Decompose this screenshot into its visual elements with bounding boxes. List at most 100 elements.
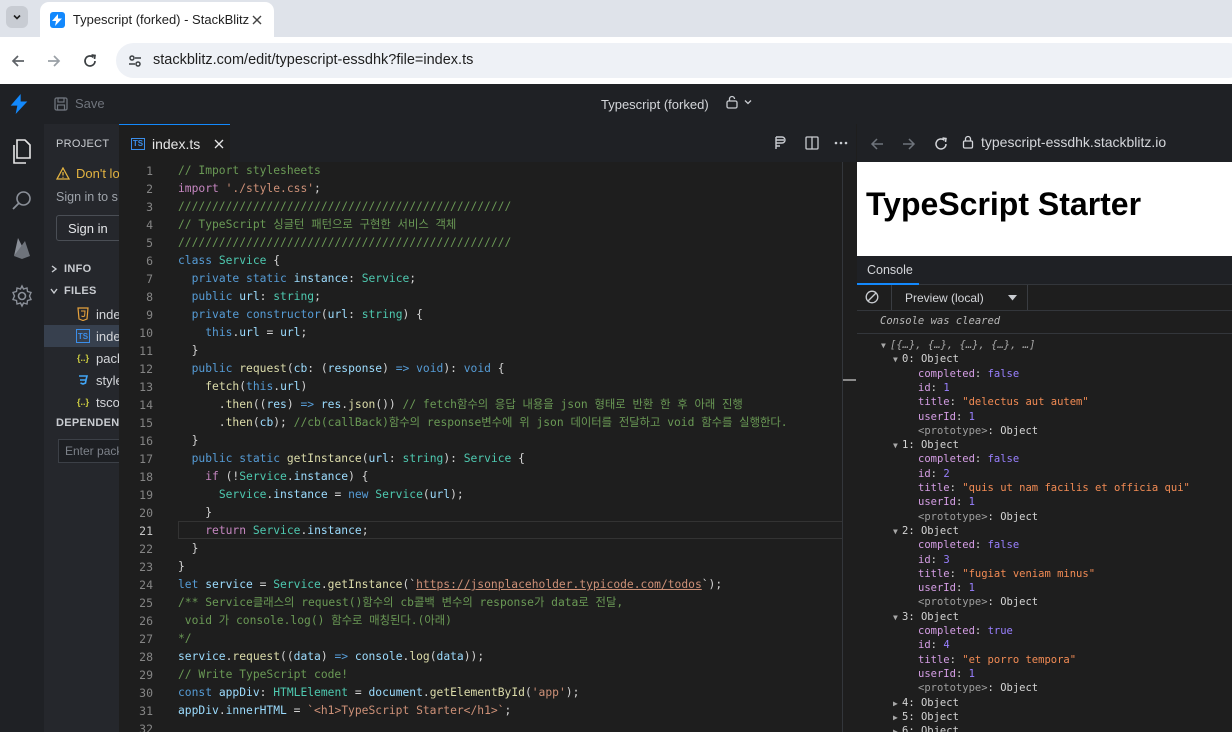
console-object-row[interactable]: ▼ 0: Object bbox=[893, 352, 959, 366]
console-property-row[interactable]: id: 2 bbox=[918, 467, 950, 481]
code-line[interactable]: fetch(this.url) bbox=[178, 378, 842, 396]
code-line[interactable]: appDiv.innerHTML = `<h1>TypeScript Start… bbox=[178, 702, 842, 720]
preview-viewport[interactable]: TypeScript Starter bbox=[857, 162, 1232, 256]
code-line[interactable]: .then((res) => res.json()) // fetch함수의 응… bbox=[178, 396, 842, 414]
console-property-row[interactable]: title: "fugiat veniam minus" bbox=[918, 567, 1095, 581]
console-context-select[interactable]: Preview (local) bbox=[891, 285, 1028, 310]
browser-tab[interactable]: Typescript (forked) - StackBlitz bbox=[40, 2, 274, 37]
code-line[interactable]: public request(cb: (response) => void): … bbox=[178, 360, 842, 378]
code-line[interactable]: const appDiv: HTMLElement = document.get… bbox=[178, 684, 842, 702]
info-section-header[interactable]: INFO bbox=[44, 259, 119, 279]
forward-arrow-icon[interactable] bbox=[42, 49, 66, 73]
code-line[interactable]: ////////////////////////////////////////… bbox=[178, 234, 842, 252]
console-property-row[interactable]: completed: false bbox=[918, 538, 1019, 552]
close-icon[interactable] bbox=[214, 139, 224, 149]
code-line[interactable]: import './style.css'; bbox=[178, 180, 842, 198]
console-property-row[interactable]: <prototype>: Object bbox=[918, 681, 1038, 695]
console-object-row[interactable]: ▼ 3: Object bbox=[893, 610, 959, 624]
console-property-row[interactable]: id: 4 bbox=[918, 638, 950, 652]
editor-scrollbar-track[interactable] bbox=[842, 162, 843, 732]
console-property-row[interactable]: <prototype>: Object bbox=[918, 595, 1038, 609]
code-line[interactable]: let service = Service.getInstance(`https… bbox=[178, 576, 842, 594]
site-settings-icon[interactable] bbox=[126, 52, 144, 70]
code-line[interactable]: public url: string; bbox=[178, 288, 842, 306]
console-property-row[interactable]: id: 1 bbox=[918, 381, 950, 395]
clear-console-icon[interactable] bbox=[865, 290, 879, 304]
preview-url-bar[interactable]: typescript-essdhk.stackblitz.io bbox=[962, 134, 1166, 150]
tab-index-ts[interactable]: TS index.ts bbox=[119, 124, 230, 162]
preview-refresh-icon[interactable] bbox=[931, 134, 951, 154]
code-line[interactable]: */ bbox=[178, 630, 842, 648]
console-property-row[interactable]: title: "quis ut nam facilis et officia q… bbox=[918, 481, 1190, 495]
file-item-index-html[interactable]: inde bbox=[44, 303, 119, 325]
stackblitz-logo-icon[interactable] bbox=[10, 94, 28, 119]
files-icon[interactable] bbox=[8, 138, 36, 166]
tab-console[interactable]: Console bbox=[857, 256, 919, 285]
more-actions-icon[interactable] bbox=[833, 135, 849, 151]
code-line[interactable]: return Service.instance; bbox=[178, 522, 842, 540]
console-property-row[interactable]: completed: false bbox=[918, 367, 1019, 381]
code-line[interactable]: .then(cb); //cb(callBack)함수의 response변수에… bbox=[178, 414, 842, 432]
code-line[interactable]: private static instance: Service; bbox=[178, 270, 842, 288]
code-editor[interactable]: 1 2 3 4 5 6 7 8 9 10 11 12 13 14 15 16 17 18 19 20 21 22 23 24 2… bbox=[119, 162, 842, 732]
code-line[interactable]: ////////////////////////////////////////… bbox=[178, 198, 842, 216]
console-property-row[interactable]: <prototype>: Object bbox=[918, 424, 1038, 438]
preview-forward-icon[interactable] bbox=[899, 134, 919, 154]
save-button[interactable]: Save bbox=[54, 96, 105, 111]
visibility-toggle[interactable] bbox=[725, 95, 753, 109]
console-object-row[interactable]: ▼ 1: Object bbox=[893, 438, 959, 452]
firebase-icon[interactable] bbox=[8, 234, 36, 262]
address-bar[interactable]: stackblitz.com/edit/typescript-essdhk?fi… bbox=[116, 43, 1232, 78]
project-title[interactable]: Typescript (forked) bbox=[601, 97, 709, 112]
console-property-row[interactable]: title: "et porro tempora" bbox=[918, 653, 1076, 667]
code-line[interactable]: } bbox=[178, 558, 842, 576]
console-property-row[interactable]: id: 3 bbox=[918, 553, 950, 567]
code-line[interactable]: class Service { bbox=[178, 252, 842, 270]
reload-icon[interactable] bbox=[78, 49, 102, 73]
code-line[interactable]: Service.instance = new Service(url); bbox=[178, 486, 842, 504]
console-array-row[interactable]: ▼ [{…}, {…}, {…}, {…}, …] bbox=[881, 338, 1035, 352]
split-editor-icon[interactable] bbox=[804, 135, 820, 151]
sign-in-button[interactable]: Sign in bbox=[56, 215, 119, 241]
code-line[interactable]: } bbox=[178, 342, 842, 360]
code-line[interactable]: void 가 console.log() 함수로 매칭된다.(아래) bbox=[178, 612, 842, 630]
console-property-row[interactable]: <prototype>: Object bbox=[918, 510, 1038, 524]
code-line[interactable]: // Write TypeScript code! bbox=[178, 666, 842, 684]
code-line[interactable]: } bbox=[178, 504, 842, 522]
file-item-index-ts[interactable]: TS inde bbox=[44, 325, 119, 347]
code-line[interactable]: } bbox=[178, 540, 842, 558]
settings-gear-icon[interactable] bbox=[8, 282, 36, 310]
console-property-row[interactable]: userId: 1 bbox=[918, 495, 975, 509]
console-property-row[interactable]: title: "delectus aut autem" bbox=[918, 395, 1089, 409]
code-lines[interactable]: // Import stylesheets import './style.css… bbox=[178, 162, 842, 732]
code-line[interactable]: // TypeScript 싱글턴 패턴으로 구현한 서비스 객체 bbox=[178, 216, 842, 234]
file-item-style-css[interactable]: style bbox=[44, 369, 119, 391]
console-property-row[interactable]: completed: false bbox=[918, 452, 1019, 466]
tab-close-icon[interactable] bbox=[249, 12, 264, 28]
dependency-search-input[interactable]: Enter pack bbox=[58, 439, 119, 463]
console-object-row[interactable]: ▶ 4: Object bbox=[893, 696, 959, 710]
preview-back-icon[interactable] bbox=[867, 134, 887, 154]
code-line[interactable]: private constructor(url: string) { bbox=[178, 306, 842, 324]
code-line[interactable]: /** Service클래스의 request()함수의 cb콜백 변수의 re… bbox=[178, 594, 842, 612]
tab-search-dropdown-button[interactable] bbox=[6, 6, 28, 28]
prettier-format-icon[interactable] bbox=[772, 135, 788, 151]
search-icon[interactable] bbox=[8, 186, 36, 214]
file-item-package-json[interactable]: {..} pack bbox=[44, 347, 119, 369]
code-line[interactable] bbox=[178, 720, 842, 732]
console-property-row[interactable]: userId: 1 bbox=[918, 667, 975, 681]
code-line[interactable]: this.url = url; bbox=[178, 324, 842, 342]
file-item-tsconfig-json[interactable]: {..} tsco bbox=[44, 391, 119, 413]
console-object-row[interactable]: ▶ 5: Object bbox=[893, 710, 959, 724]
files-section-header[interactable]: FILES bbox=[44, 281, 119, 301]
code-line[interactable]: // Import stylesheets bbox=[178, 162, 842, 180]
dependencies-section-header[interactable]: DEPENDEN bbox=[44, 413, 119, 433]
console-object-row[interactable]: ▶ 6: Object bbox=[893, 724, 959, 732]
url-text[interactable]: stackblitz.com/edit/typescript-essdhk?fi… bbox=[153, 52, 473, 68]
code-line[interactable]: public static getInstance(url: string): … bbox=[178, 450, 842, 468]
console-property-row[interactable]: userId: 1 bbox=[918, 581, 975, 595]
back-arrow-icon[interactable] bbox=[6, 49, 30, 73]
console-object-row[interactable]: ▼ 2: Object bbox=[893, 524, 959, 538]
console-output[interactable]: Console was cleared ▼ [{…}, {…}, {…}, {…}… bbox=[857, 311, 1232, 732]
console-property-row[interactable]: userId: 1 bbox=[918, 410, 975, 424]
